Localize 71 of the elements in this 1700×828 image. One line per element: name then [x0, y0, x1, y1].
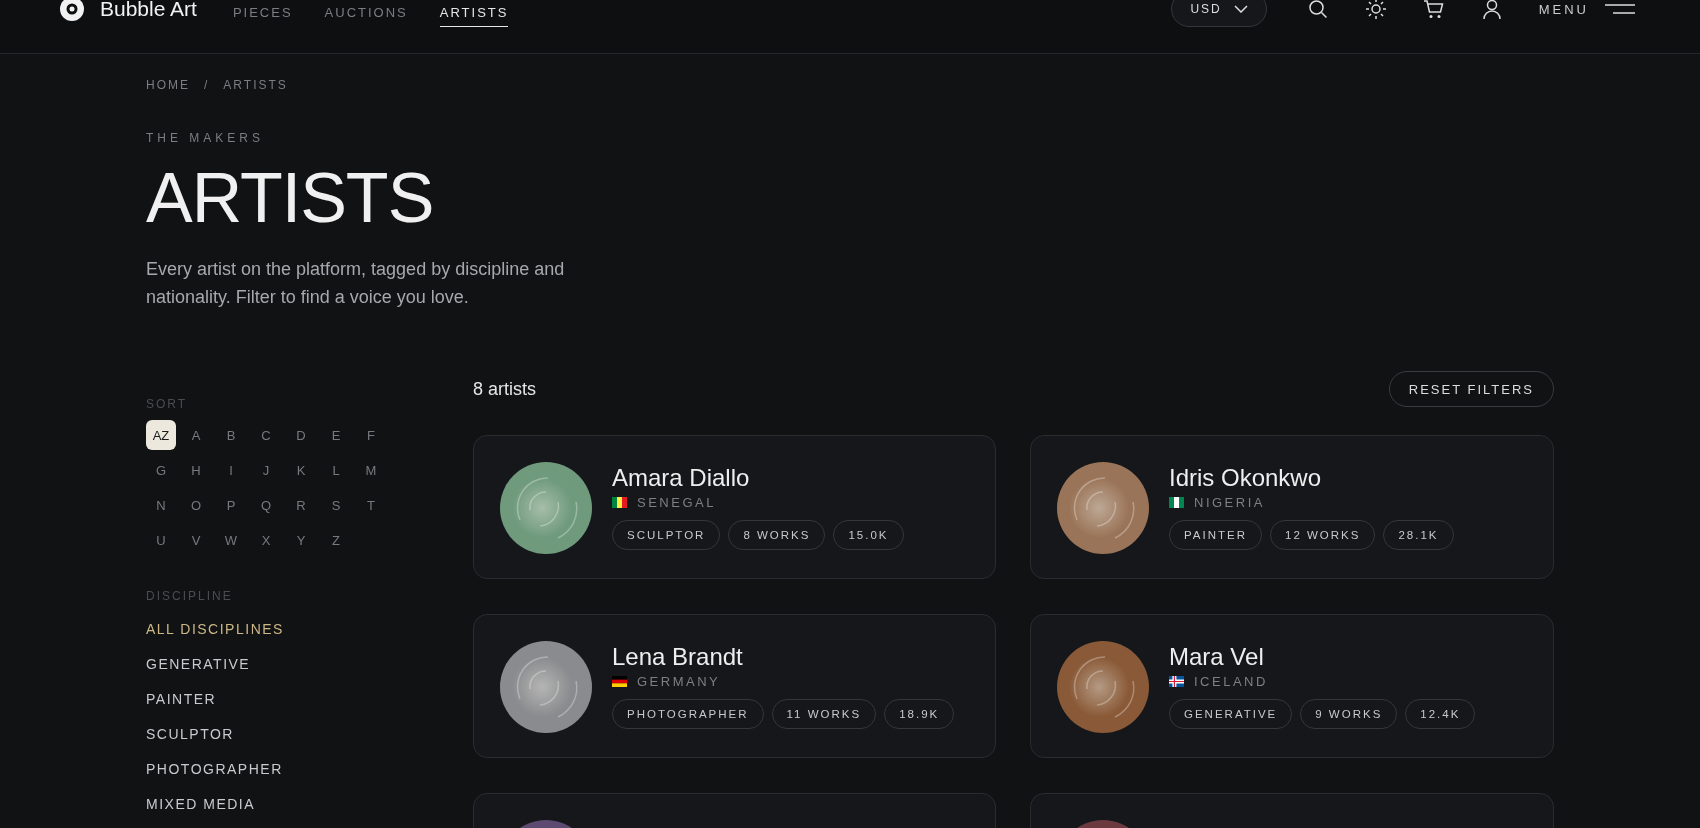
artist-card[interactable]: Lena Brandt GERMANY PHOTOGRAPHER 11 WORKS 18.9K [473, 614, 996, 758]
intro-text: Every artist on the platform, tagged by discipline and nationality. Filter to find a voice you love. [146, 258, 566, 309]
menu-label[interactable]: MENU [1538, 1, 1589, 17]
artist-country: NIGERIA [1194, 495, 1265, 510]
letter-filter[interactable]: C [251, 420, 281, 450]
nav-tab[interactable]: ARTISTS [439, 0, 509, 27]
letter-filter[interactable]: Q [251, 490, 281, 520]
currency-selector[interactable]: USD [1171, 0, 1267, 27]
letter-filter[interactable]: A [181, 420, 211, 450]
letter-filter[interactable]: F [356, 420, 386, 450]
letter-filter[interactable]: B [216, 420, 246, 450]
artist-card[interactable]: Idris Okonkwo NIGERIA PAINTER 12 WORKS 28.1K [1030, 435, 1554, 579]
letter-filter[interactable]: S [321, 490, 351, 520]
cart-icon[interactable] [1422, 0, 1445, 20]
chevron-down-icon [1233, 5, 1248, 13]
menu-icon[interactable] [1605, 2, 1635, 16]
discipline-filter[interactable]: ALL DISCIPLINES [146, 621, 473, 638]
logo-icon[interactable] [60, 0, 84, 21]
artist-card[interactable]: Mara Vel ICELAND GENERATIVE 9 WORKS 12.4K [1030, 614, 1554, 758]
sun-icon[interactable] [1364, 0, 1387, 20]
artist-name: Amara Diallo [612, 463, 751, 493]
nav-tab[interactable]: AUCTIONS [324, 0, 408, 27]
letter-filter[interactable]: X [251, 525, 281, 555]
letter-filter[interactable]: Y [286, 525, 316, 555]
letter-filter[interactable]: J [251, 455, 281, 485]
breadcrumb-item[interactable]: / [204, 78, 210, 92]
letter-filter[interactable]: Z [321, 525, 351, 555]
flag-icon [612, 497, 627, 508]
letter-filter[interactable]: O [181, 490, 211, 520]
breadcrumb-item[interactable]: HOME [146, 78, 190, 92]
letter-filter[interactable]: AZ [146, 420, 176, 450]
letter-filter[interactable]: D [286, 420, 316, 450]
artist-country: ICELAND [1194, 674, 1268, 689]
letter-filter[interactable]: I [216, 455, 246, 485]
flag-icon [1169, 676, 1184, 687]
eyebrow-label: THE MAKERS [146, 131, 265, 145]
artist-country: SENEGAL [637, 495, 716, 510]
sort-label: SORT [146, 397, 189, 411]
discipline-filter[interactable]: SCULPTOR [146, 726, 473, 743]
letter-filter[interactable]: E [321, 420, 351, 450]
letter-filter[interactable]: M [356, 455, 386, 485]
discipline-filter[interactable]: MIXED MEDIA [146, 796, 473, 813]
result-count: 8 artists [473, 378, 537, 400]
search-icon[interactable] [1306, 0, 1329, 20]
discipline-label: DISCIPLINE [146, 589, 234, 603]
artist-name: Lena Brandt [612, 642, 744, 672]
letter-filter[interactable]: K [286, 455, 316, 485]
user-icon[interactable] [1480, 0, 1503, 20]
letter-filter[interactable]: H [181, 455, 211, 485]
brand-name[interactable]: Bubble Art [100, 0, 197, 21]
discipline-filter[interactable]: PHOTOGRAPHER [146, 761, 473, 778]
artist-name: Mara Vel [1169, 642, 1265, 672]
artist-name: Idris Okonkwo [1169, 463, 1323, 493]
page-title: ARTISTS [146, 163, 435, 233]
artist-card[interactable]: Amara Diallo SENEGAL SCULPTOR 8 WORKS 15.0K [473, 435, 996, 579]
breadcrumb-item[interactable]: ARTISTS [223, 78, 288, 92]
letter-filter[interactable]: V [181, 525, 211, 555]
artist-country: GERMANY [637, 674, 721, 689]
letter-filter[interactable]: G [146, 455, 176, 485]
letter-filter[interactable]: U [146, 525, 176, 555]
letter-filter[interactable]: R [286, 490, 316, 520]
letter-filter[interactable]: W [216, 525, 246, 555]
flag-icon [612, 676, 627, 687]
nav-tab[interactable]: PIECES [232, 0, 293, 27]
letter-filter[interactable]: T [356, 490, 386, 520]
discipline-filter[interactable]: PAINTER [146, 691, 473, 708]
letter-filter[interactable]: L [321, 455, 351, 485]
flag-icon [1169, 497, 1184, 508]
discipline-filter[interactable]: GENERATIVE [146, 656, 473, 673]
letter-filter[interactable]: P [216, 490, 246, 520]
letter-filter[interactable]: N [146, 490, 176, 520]
